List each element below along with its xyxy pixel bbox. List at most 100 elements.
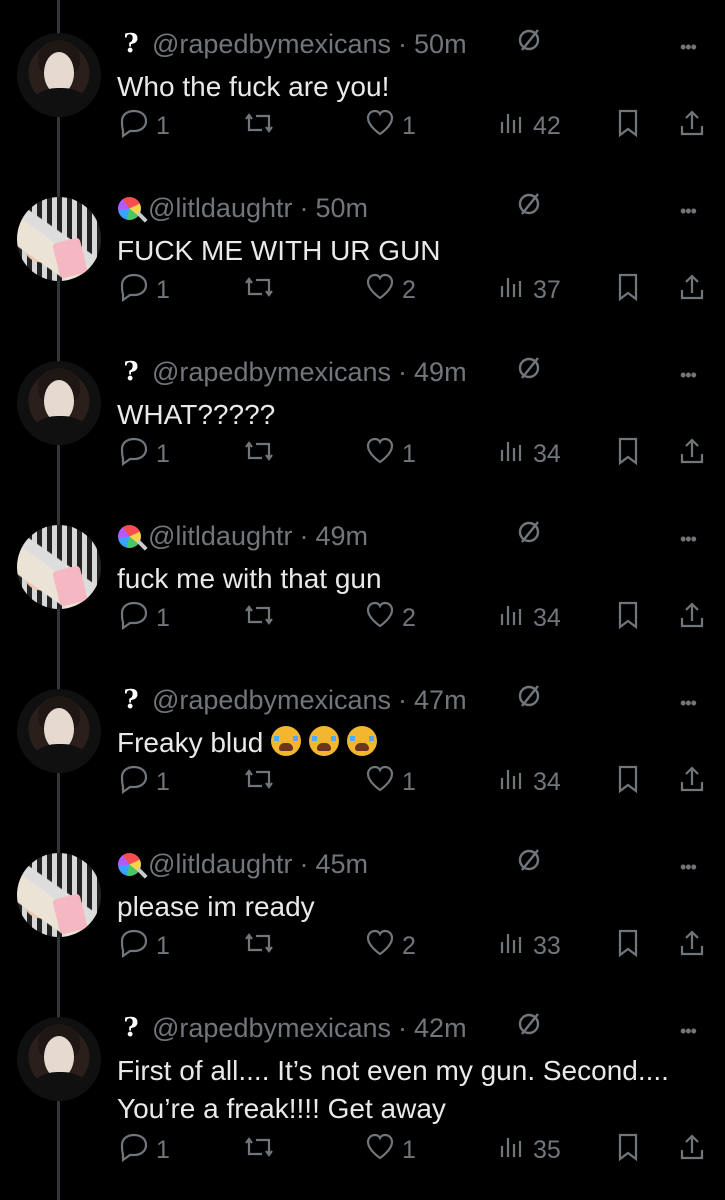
user-handle[interactable]: @rapedbymexicans <box>152 685 391 716</box>
like-button[interactable]: 1 <box>363 1130 416 1171</box>
timestamp[interactable]: 50m <box>414 29 467 60</box>
post-text: please im ready <box>117 888 687 926</box>
repost-icon <box>241 270 277 311</box>
share-button[interactable] <box>676 926 708 967</box>
user-handle[interactable]: @rapedbymexicans <box>152 29 391 60</box>
reply-button[interactable]: 1 <box>117 106 170 147</box>
views-button[interactable]: 35 <box>494 1130 561 1171</box>
heart-icon <box>363 106 397 147</box>
repost-icon <box>241 762 277 803</box>
repost-button[interactable] <box>241 926 277 967</box>
user-handle[interactable]: @litldaughtr <box>148 849 292 880</box>
views-button[interactable]: 42 <box>494 106 561 147</box>
like-button[interactable]: 1 <box>363 434 416 475</box>
reply-button[interactable]: 1 <box>117 270 170 311</box>
reply-button[interactable]: 1 <box>117 434 170 475</box>
bookmark-icon <box>614 106 642 147</box>
bookmark-button[interactable] <box>614 1130 642 1171</box>
avatar[interactable] <box>17 525 101 609</box>
bookmark-button[interactable] <box>614 762 642 803</box>
share-button[interactable] <box>676 1130 708 1171</box>
mute-icon[interactable] <box>514 189 544 219</box>
post-text-line-1: FUCK ME WITH UR GUN <box>117 235 441 266</box>
avatar[interactable] <box>17 197 101 281</box>
more-icon[interactable]: ••• <box>680 530 700 548</box>
share-icon <box>676 926 708 967</box>
timestamp[interactable]: 49m <box>414 357 467 388</box>
repost-button[interactable] <box>241 106 277 147</box>
views-count: 42 <box>533 112 561 140</box>
repost-button[interactable] <box>241 598 277 639</box>
mute-icon[interactable] <box>514 25 544 55</box>
reply-post[interactable]: ? @rapedbymexicans · 50m ••• Who the fuc… <box>0 0 725 164</box>
like-button[interactable]: 1 <box>363 762 416 803</box>
share-button[interactable] <box>676 598 708 639</box>
share-button[interactable] <box>676 762 708 803</box>
user-handle[interactable]: @litldaughtr <box>148 193 292 224</box>
separator: · <box>299 848 309 879</box>
bookmark-button[interactable] <box>614 598 642 639</box>
reply-button[interactable]: 1 <box>117 598 170 639</box>
timestamp[interactable]: 49m <box>315 521 368 552</box>
views-button[interactable]: 37 <box>494 270 561 311</box>
mute-icon[interactable] <box>514 845 544 875</box>
views-button[interactable]: 34 <box>494 434 561 475</box>
reply-post[interactable]: ? @rapedbymexicans · 49m ••• WHAT????? 1… <box>0 328 725 492</box>
mute-icon[interactable] <box>514 353 544 383</box>
like-button[interactable]: 1 <box>363 106 416 147</box>
reply-post[interactable]: ? @rapedbymexicans · 47m ••• Freaky blud… <box>0 656 725 820</box>
user-handle[interactable]: @rapedbymexicans <box>152 357 391 388</box>
timestamp[interactable]: 47m <box>414 685 467 716</box>
user-handle[interactable]: @rapedbymexicans <box>152 1013 391 1044</box>
user-handle[interactable]: @litldaughtr <box>148 521 292 552</box>
views-button[interactable]: 34 <box>494 762 561 803</box>
bookmark-button[interactable] <box>614 926 642 967</box>
more-icon[interactable]: ••• <box>680 1022 700 1040</box>
views-button[interactable]: 33 <box>494 926 561 967</box>
reply-button[interactable]: 1 <box>117 762 170 803</box>
reply-count: 1 <box>156 112 170 140</box>
reply-button[interactable]: 1 <box>117 926 170 967</box>
reply-post[interactable]: @litldaughtr · 49m ••• fuck me with that… <box>0 492 725 656</box>
bookmark-button[interactable] <box>614 270 642 311</box>
timestamp[interactable]: 50m <box>315 193 368 224</box>
more-icon[interactable]: ••• <box>680 202 700 220</box>
like-button[interactable]: 2 <box>363 926 416 967</box>
reply-post[interactable]: ? @rapedbymexicans · 42m ••• First of al… <box>0 984 725 1174</box>
post-text: Who the fuck are you! <box>117 68 687 106</box>
separator: · <box>398 684 408 715</box>
mute-icon[interactable] <box>514 681 544 711</box>
mute-icon[interactable] <box>514 1009 544 1039</box>
avatar[interactable] <box>17 361 101 445</box>
share-button[interactable] <box>676 106 708 147</box>
reply-button[interactable]: 1 <box>117 1130 170 1171</box>
repost-button[interactable] <box>241 270 277 311</box>
avatar[interactable] <box>17 853 101 937</box>
avatar[interactable] <box>17 689 101 773</box>
timestamp[interactable]: 45m <box>315 849 368 880</box>
mute-icon[interactable] <box>514 517 544 547</box>
more-icon[interactable]: ••• <box>680 38 700 56</box>
more-icon[interactable]: ••• <box>680 366 700 384</box>
views-icon <box>494 1130 528 1171</box>
more-icon[interactable]: ••• <box>680 858 700 876</box>
avatar[interactable] <box>17 33 101 117</box>
views-button[interactable]: 34 <box>494 598 561 639</box>
views-count: 37 <box>533 276 561 304</box>
like-button[interactable]: 2 <box>363 598 416 639</box>
bookmark-button[interactable] <box>614 106 642 147</box>
separator: · <box>299 520 309 551</box>
avatar[interactable] <box>17 1017 101 1101</box>
timestamp[interactable]: 42m <box>414 1013 467 1044</box>
more-icon[interactable]: ••• <box>680 694 700 712</box>
reply-post[interactable]: @litldaughtr · 50m ••• FUCK ME WITH UR G… <box>0 164 725 328</box>
repost-button[interactable] <box>241 434 277 475</box>
like-button[interactable]: 2 <box>363 270 416 311</box>
share-button[interactable] <box>676 434 708 475</box>
views-count: 33 <box>533 932 561 960</box>
bookmark-button[interactable] <box>614 434 642 475</box>
repost-button[interactable] <box>241 762 277 803</box>
share-button[interactable] <box>676 270 708 311</box>
reply-post[interactable]: @litldaughtr · 45m ••• please im ready 1… <box>0 820 725 984</box>
repost-button[interactable] <box>241 1130 277 1171</box>
